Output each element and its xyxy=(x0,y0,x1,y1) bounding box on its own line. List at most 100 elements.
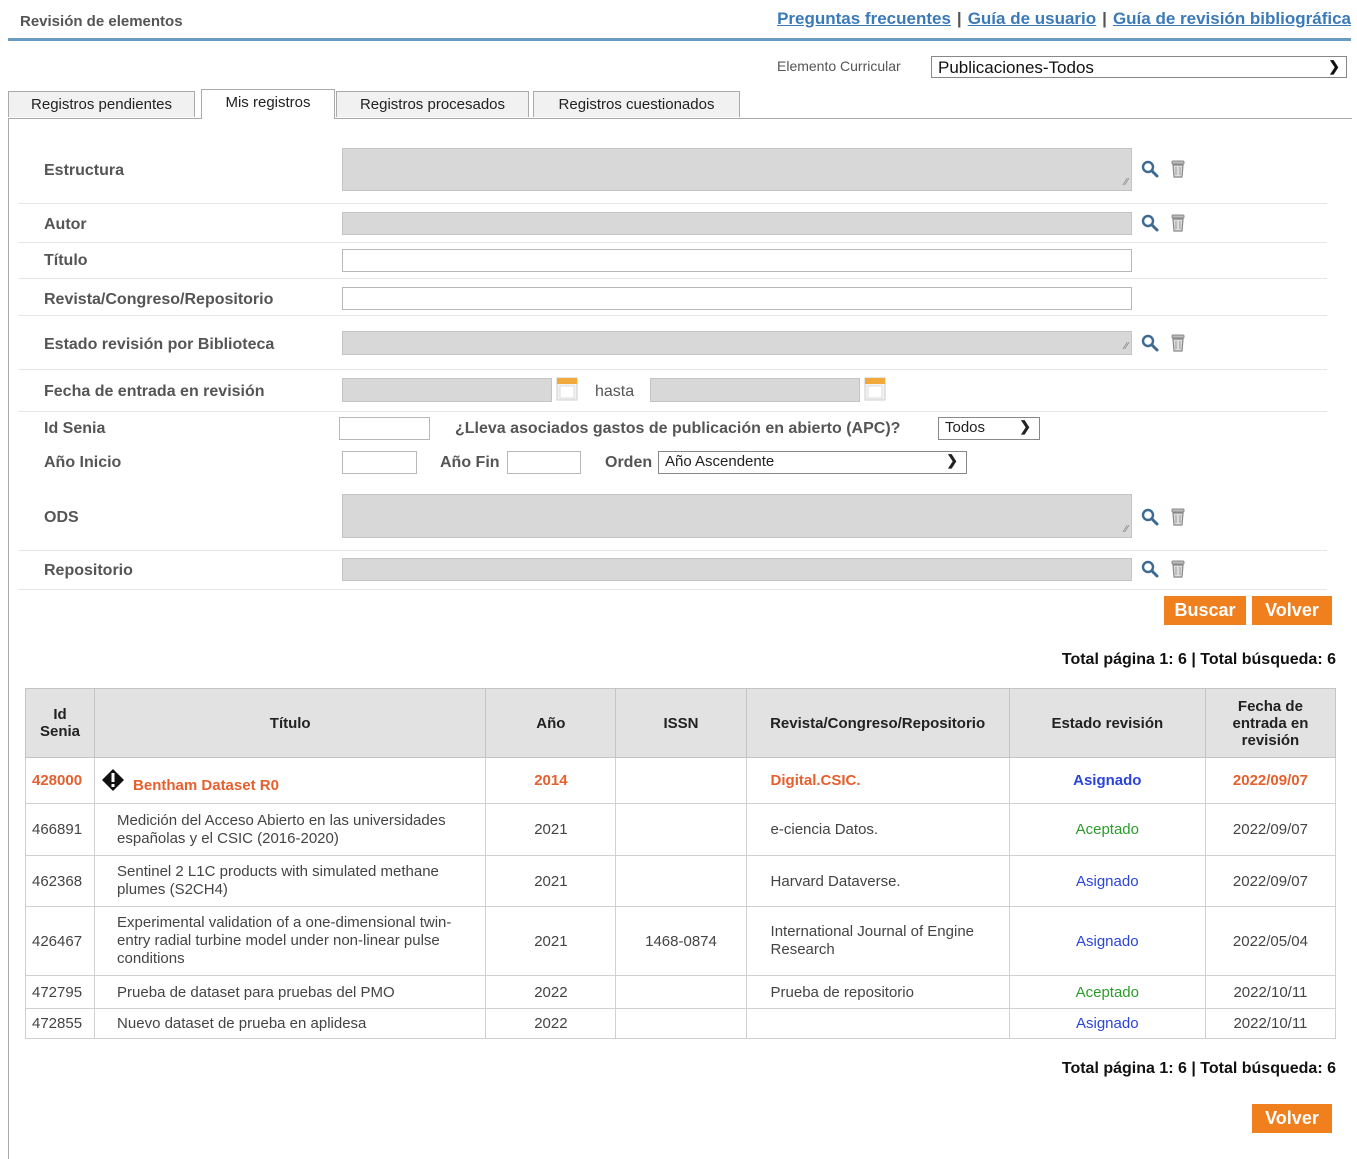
tab-mis-registros[interactable]: Mis registros xyxy=(201,89,335,119)
orden-value: Año Ascendente xyxy=(665,453,775,470)
col-issn[interactable]: ISSN xyxy=(615,688,747,758)
search-icon[interactable] xyxy=(1141,508,1159,526)
buscar-button[interactable]: Buscar xyxy=(1164,596,1246,625)
trash-icon[interactable] xyxy=(1169,334,1187,352)
table-row[interactable]: 466891 Medición del Acceso Abierto en la… xyxy=(24,803,1337,856)
trash-icon[interactable] xyxy=(1169,214,1187,232)
orden-label: Orden xyxy=(605,454,653,471)
ods-field[interactable]: ∕∕ xyxy=(342,494,1132,538)
id-senia-input[interactable] xyxy=(339,417,430,440)
trash-icon[interactable] xyxy=(1169,508,1187,526)
table-row[interactable]: 428000 Bentham Dataset R0 2014 Digital.C… xyxy=(24,757,1337,804)
ods-label: ODS xyxy=(44,509,79,526)
trash-icon[interactable] xyxy=(1169,160,1187,178)
col-estado[interactable]: Estado revisión xyxy=(1008,688,1206,758)
cell-fecha: 2022/10/11 xyxy=(1204,1008,1337,1039)
fecha-desde-field[interactable] xyxy=(342,378,552,402)
resize-handle[interactable]: ∕∕ xyxy=(1125,524,1128,535)
table-header-row: Id Senia Título Año ISSN Revista/Congres… xyxy=(24,688,1337,758)
search-icon[interactable] xyxy=(1141,334,1159,352)
cell-id[interactable]: 466891 xyxy=(24,803,96,856)
cell-titulo[interactable]: Bentham Dataset R0 xyxy=(94,757,487,804)
cell-issn xyxy=(615,1008,747,1039)
faq-link[interactable]: Preguntas frecuentes xyxy=(777,9,951,28)
cell-revista xyxy=(745,1008,1010,1039)
table-row[interactable]: 472855 Nuevo dataset de prueba en aplide… xyxy=(24,1008,1337,1039)
bibliographic-guide-link[interactable]: Guía de revisión bibliográfica xyxy=(1113,9,1351,28)
hasta-label: hasta xyxy=(595,383,635,400)
resize-handle[interactable]: ∕∕ xyxy=(1125,341,1128,352)
tab-registros-procesados[interactable]: Registros procesados xyxy=(336,91,529,117)
titulo-label: Título xyxy=(44,252,88,269)
anio-fin-label: Año Fin xyxy=(440,454,500,471)
repositorio-field[interactable] xyxy=(342,558,1132,581)
table-row[interactable]: 462368 Sentinel 2 L1C products with simu… xyxy=(24,855,1337,907)
cell-titulo[interactable]: Experimental validation of a one-dimensi… xyxy=(94,906,487,976)
resize-handle[interactable]: ∕∕ xyxy=(1125,177,1128,188)
autor-field[interactable] xyxy=(342,212,1132,235)
cell-id[interactable]: 426467 xyxy=(24,906,96,976)
cell-issn xyxy=(615,975,747,1009)
calendar-icon[interactable] xyxy=(864,377,886,401)
cell-id[interactable]: 472795 xyxy=(24,975,96,1009)
cell-anio: 2021 xyxy=(485,803,617,856)
results-table: Id Senia Título Año ISSN Revista/Congres… xyxy=(24,688,1337,1039)
trash-icon[interactable] xyxy=(1169,560,1187,578)
titulo-input[interactable] xyxy=(342,249,1132,272)
col-fecha[interactable]: Fecha de entrada en revisión xyxy=(1204,688,1337,758)
link-separator: | xyxy=(1102,9,1107,28)
cell-estado: Aceptado xyxy=(1008,803,1206,856)
user-guide-link[interactable]: Guía de usuario xyxy=(968,9,1096,28)
cell-issn xyxy=(615,803,747,856)
estructura-field[interactable]: ∕∕ xyxy=(342,148,1132,191)
search-icon[interactable] xyxy=(1141,560,1159,578)
link-separator: | xyxy=(956,9,962,28)
table-row[interactable]: 426467 Experimental validation of a one-… xyxy=(24,906,1337,976)
table-row[interactable]: 472795 Prueba de dataset para pruebas de… xyxy=(24,975,1337,1009)
cell-titulo[interactable]: Medición del Acceso Abierto en las unive… xyxy=(94,803,487,856)
fecha-hasta-field[interactable] xyxy=(650,378,860,402)
revista-input[interactable] xyxy=(342,287,1132,310)
apc-select[interactable]: Todos ❯ xyxy=(938,417,1040,440)
cell-fecha: 2022/09/07 xyxy=(1204,803,1337,856)
anio-fin-input[interactable] xyxy=(507,451,581,474)
cell-fecha: 2022/09/07 xyxy=(1204,855,1337,907)
volver-button[interactable]: Volver xyxy=(1252,596,1332,625)
orden-select[interactable]: Año Ascendente ❯ xyxy=(658,451,967,474)
tab-registros-pendientes[interactable]: Registros pendientes xyxy=(8,91,195,117)
row-titulo: Título xyxy=(18,242,1327,279)
title-link[interactable]: Bentham Dataset R0 xyxy=(133,777,279,794)
estado-field[interactable]: ∕∕ xyxy=(342,331,1132,355)
autor-label: Autor xyxy=(44,216,87,233)
cell-issn xyxy=(615,855,747,907)
col-titulo[interactable]: Título xyxy=(94,688,487,758)
tab-registros-cuestionados[interactable]: Registros cuestionados xyxy=(533,91,740,117)
anio-inicio-input[interactable] xyxy=(342,451,417,474)
cell-revista: e-ciencia Datos. xyxy=(745,803,1010,856)
col-revista[interactable]: Revista/Congreso/Repositorio xyxy=(745,688,1010,758)
cell-titulo[interactable]: Nuevo dataset de prueba en aplidesa xyxy=(94,1008,487,1039)
anio-inicio-label: Año Inicio xyxy=(44,454,122,471)
search-icon[interactable] xyxy=(1141,214,1159,232)
cell-titulo[interactable]: Sentinel 2 L1C products with simulated m… xyxy=(94,855,487,907)
row-id-senia: Id Senia ¿Lleva asociados gastos de publ… xyxy=(18,411,1327,446)
cell-revista: Prueba de repositorio xyxy=(745,975,1010,1009)
cell-id[interactable]: 462368 xyxy=(24,855,96,907)
row-repositorio: Repositorio xyxy=(18,550,1327,590)
cell-titulo[interactable]: Prueba de dataset para pruebas del PMO xyxy=(94,975,487,1009)
volver-button-bottom[interactable]: Volver xyxy=(1252,1104,1332,1133)
elemento-curricular-select[interactable]: Publicaciones-Todos ❯ xyxy=(931,56,1347,78)
row-ods: ODS ∕∕ xyxy=(18,488,1327,551)
calendar-icon[interactable] xyxy=(556,377,578,401)
search-icon[interactable] xyxy=(1141,160,1159,178)
col-anio[interactable]: Año xyxy=(485,688,617,758)
cell-id[interactable]: 472855 xyxy=(24,1008,96,1039)
revista-label: Revista/Congreso/Repositorio xyxy=(44,291,274,308)
help-links: Preguntas frecuentes | Guía de usuario | Guí… xyxy=(777,9,1351,29)
cell-fecha: 2022/09/07 xyxy=(1204,757,1337,804)
repositorio-label: Repositorio xyxy=(44,562,133,579)
cell-id[interactable]: 428000 xyxy=(24,757,96,804)
cell-revista: International Journal of Engine Research xyxy=(745,906,1010,976)
cell-anio: 2021 xyxy=(485,855,617,907)
col-id-senia[interactable]: Id Senia xyxy=(24,688,96,758)
